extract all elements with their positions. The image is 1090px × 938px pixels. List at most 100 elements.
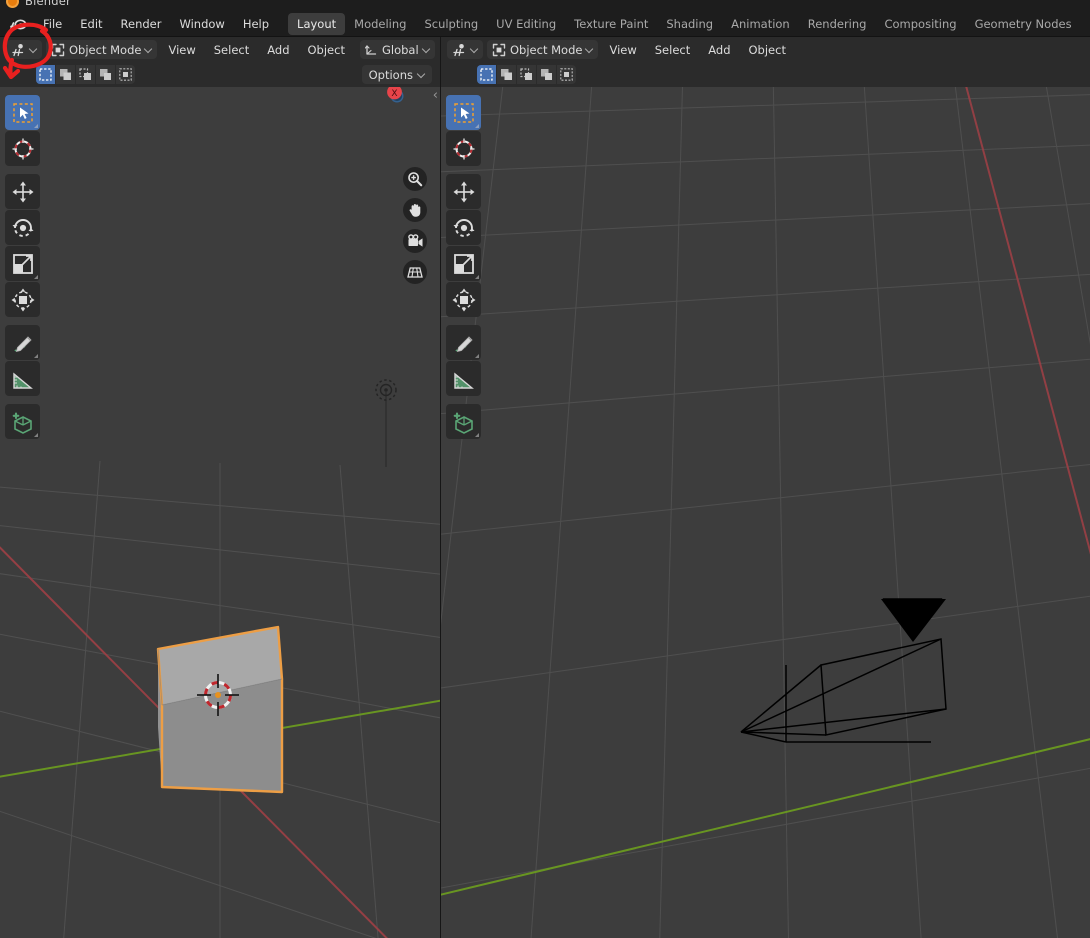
gizmo-axis-x-label: X bbox=[391, 89, 397, 99]
mode-chevron-down-icon bbox=[145, 46, 152, 53]
select-mode-box-right[interactable] bbox=[497, 65, 516, 84]
tool-tweak-left[interactable] bbox=[5, 95, 40, 130]
viewport-left-canvas[interactable] bbox=[0, 87, 440, 938]
tab-scripting[interactable]: Scripting bbox=[1081, 13, 1090, 35]
menu-window[interactable]: Window bbox=[170, 14, 233, 34]
viewport-left-sidebar-toggle[interactable]: ‹ bbox=[433, 89, 438, 102]
tool-transform-right[interactable] bbox=[446, 282, 481, 317]
editor-type-selector-left[interactable] bbox=[6, 40, 42, 59]
tab-texture-paint[interactable]: Texture Paint bbox=[565, 13, 657, 35]
tool-move-left[interactable] bbox=[5, 174, 40, 209]
viewport-left-toolbar bbox=[5, 95, 40, 439]
tool-expand-corner-icon bbox=[34, 354, 38, 358]
select-mode-strip-left bbox=[36, 65, 135, 84]
tool-annotate-right[interactable] bbox=[446, 325, 481, 360]
mode-selector-right[interactable]: Object Mode bbox=[487, 40, 599, 59]
tool-measure-right[interactable] bbox=[446, 361, 481, 396]
options-label: Options bbox=[368, 67, 413, 82]
viewport-left-nav-buttons bbox=[403, 167, 427, 284]
viewport-left-menu-view[interactable]: View bbox=[161, 41, 202, 59]
tool-cursor-left[interactable] bbox=[5, 131, 40, 166]
viewport-left-subheader: Options bbox=[0, 62, 440, 87]
menu-file[interactable]: File bbox=[34, 14, 71, 34]
tool-move-right[interactable] bbox=[446, 174, 481, 209]
select-mode-intersect-left[interactable] bbox=[116, 65, 135, 84]
viewport-right-menu-object[interactable]: Object bbox=[742, 41, 793, 59]
blender-app-icon[interactable] bbox=[8, 15, 30, 33]
viewport-left-menu-add[interactable]: Add bbox=[260, 41, 296, 59]
mode-label-right: Object Mode bbox=[510, 42, 583, 57]
tool-cursor-right[interactable] bbox=[446, 131, 481, 166]
tool-expand-corner-icon bbox=[475, 433, 479, 437]
tool-add-cube-right[interactable] bbox=[446, 404, 481, 439]
menu-edit[interactable]: Edit bbox=[71, 14, 111, 34]
select-mode-subtract-right[interactable] bbox=[537, 65, 556, 84]
menu-render[interactable]: Render bbox=[112, 14, 171, 34]
tool-expand-corner-icon bbox=[34, 433, 38, 437]
select-mode-extend-right[interactable] bbox=[517, 65, 536, 84]
transform-orientation-label: Global bbox=[381, 42, 419, 57]
blender-logo-icon bbox=[6, 0, 19, 8]
viewport-right-subheader bbox=[441, 62, 1090, 87]
viewport-options-dropdown[interactable]: Options bbox=[361, 65, 432, 84]
snap-toggle-button[interactable] bbox=[439, 40, 440, 59]
options-chevron-down-icon bbox=[418, 71, 425, 78]
select-mode-subtract-left[interactable] bbox=[96, 65, 115, 84]
top-menu-bar: File Edit Render Window Help Layout Mode… bbox=[0, 11, 1090, 37]
editor-type-selector-right[interactable] bbox=[447, 40, 483, 59]
tab-sculpting[interactable]: Sculpting bbox=[415, 13, 487, 35]
viewport-right-canvas[interactable] bbox=[441, 87, 1090, 938]
viewport-right-menu-select[interactable]: Select bbox=[648, 41, 697, 59]
editor-type-chevron-down-icon bbox=[471, 46, 478, 53]
tool-tweak-right[interactable] bbox=[446, 95, 481, 130]
tool-expand-corner-icon bbox=[475, 275, 479, 279]
object-mode-icon bbox=[51, 43, 65, 56]
viewport-left-menu-object[interactable]: Object bbox=[301, 41, 352, 59]
tool-rotate-right[interactable] bbox=[446, 210, 481, 245]
object-mode-icon bbox=[492, 43, 506, 56]
tool-add-cube-left[interactable] bbox=[5, 404, 40, 439]
viewport-left-menu-select[interactable]: Select bbox=[207, 41, 256, 59]
viewport-right-menu-view[interactable]: View bbox=[602, 41, 643, 59]
tool-expand-corner-icon bbox=[34, 124, 38, 128]
select-mode-box-left[interactable] bbox=[56, 65, 75, 84]
tool-scale-right[interactable] bbox=[446, 246, 481, 281]
select-mode-tweak-right[interactable] bbox=[477, 65, 496, 84]
tool-transform-left[interactable] bbox=[5, 282, 40, 317]
select-mode-extend-left[interactable] bbox=[76, 65, 95, 84]
window-title: Blender bbox=[25, 0, 71, 8]
tab-animation[interactable]: Animation bbox=[722, 13, 799, 35]
tab-modeling[interactable]: Modeling bbox=[345, 13, 415, 35]
tab-compositing[interactable]: Compositing bbox=[875, 13, 965, 35]
nav-ortho-perspective-button[interactable] bbox=[403, 260, 427, 284]
tool-rotate-left[interactable] bbox=[5, 210, 40, 245]
tab-rendering[interactable]: Rendering bbox=[799, 13, 876, 35]
select-mode-tweak-left[interactable] bbox=[36, 65, 55, 84]
tab-layout[interactable]: Layout bbox=[288, 12, 346, 35]
viewport-left-header: Object Mode View Select Add Object Globa… bbox=[0, 37, 440, 62]
main-menu: File Edit Render Window Help bbox=[34, 14, 278, 34]
menu-help[interactable]: Help bbox=[234, 14, 278, 34]
tab-uv-editing[interactable]: UV Editing bbox=[487, 13, 565, 35]
cube-object bbox=[156, 625, 284, 794]
transform-orientation-selector[interactable]: Global bbox=[359, 40, 435, 59]
window-titlebar: Blender bbox=[0, 0, 1090, 11]
workspace-tabs: Layout Modeling Sculpting UV Editing Tex… bbox=[288, 12, 1090, 35]
tab-shading[interactable]: Shading bbox=[657, 13, 722, 35]
orientation-axes-icon bbox=[364, 45, 377, 55]
mode-selector-left[interactable]: Object Mode bbox=[46, 40, 158, 59]
viewport-right-menu-add[interactable]: Add bbox=[701, 41, 737, 59]
viewport-area-left: Object Mode View Select Add Object Globa… bbox=[0, 37, 440, 938]
nav-pan-button[interactable] bbox=[403, 198, 427, 222]
nav-camera-button[interactable] bbox=[403, 229, 427, 253]
editor-type-chevron-down-icon bbox=[30, 46, 37, 53]
select-mode-intersect-right[interactable] bbox=[557, 65, 576, 84]
nav-zoom-button[interactable] bbox=[403, 167, 427, 191]
tab-geometry-nodes[interactable]: Geometry Nodes bbox=[966, 13, 1081, 35]
blender-window: Blender File Edit Render Window Help Lay… bbox=[0, 0, 1090, 938]
select-mode-strip-right bbox=[477, 65, 576, 84]
tool-scale-left[interactable] bbox=[5, 246, 40, 281]
tool-measure-left[interactable] bbox=[5, 361, 40, 396]
tool-expand-corner-icon bbox=[34, 275, 38, 279]
tool-annotate-left[interactable] bbox=[5, 325, 40, 360]
